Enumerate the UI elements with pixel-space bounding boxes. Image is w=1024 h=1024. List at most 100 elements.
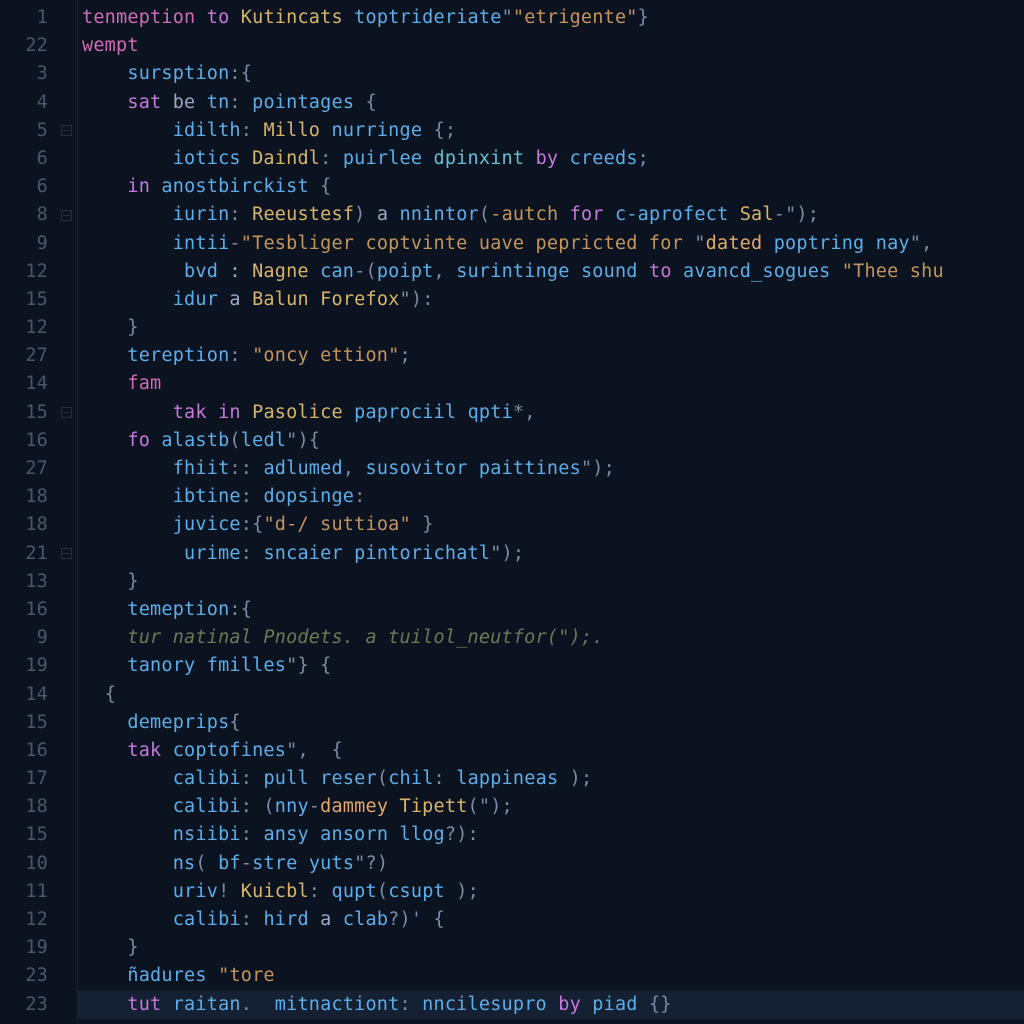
line-number[interactable]: 16 [0, 737, 56, 765]
code-line[interactable]: calibi: pull reser(chil: lappineas ); [82, 765, 1024, 793]
code-line[interactable]: iotics Daindl: puirlee dpinxint by creed… [82, 145, 1024, 173]
line-number[interactable]: 27 [0, 342, 56, 370]
line-number[interactable]: 15 [0, 286, 56, 314]
line-number[interactable]: 1 [0, 4, 56, 32]
fold-slot [56, 652, 77, 680]
token [82, 543, 184, 564]
code-line[interactable]: iurin: Reeustesf) a nnintor(-autch for c… [82, 201, 1024, 229]
token: *, [513, 402, 536, 423]
token: } [638, 7, 649, 28]
line-number[interactable]: 23 [0, 962, 56, 990]
token [343, 543, 354, 564]
code-line[interactable]: tenmeption to Kutincats toptrideriate""e… [82, 4, 1024, 32]
code-line[interactable]: temeption:{ [82, 596, 1024, 624]
code-line[interactable]: idur a Balun Forefox"): [82, 286, 1024, 314]
code-line[interactable]: { [82, 681, 1024, 709]
line-number[interactable]: 14 [0, 681, 56, 709]
code-line[interactable]: tak coptofines", { [82, 737, 1024, 765]
fold-marker-icon[interactable] [56, 201, 77, 229]
line-number[interactable]: 27 [0, 455, 56, 483]
token [309, 768, 320, 789]
line-number[interactable]: 19 [0, 652, 56, 680]
token [558, 204, 569, 225]
code-line[interactable]: nsiibi: ansy ansorn llog?): [82, 821, 1024, 849]
fold-marker-icon[interactable] [56, 117, 77, 145]
token [762, 233, 773, 254]
line-number[interactable]: 4 [0, 89, 56, 117]
line-number[interactable]: 19 [0, 934, 56, 962]
code-line[interactable]: wempt [82, 32, 1024, 60]
code-line[interactable]: intii-"Tesbliger coptvinte uave pepricte… [82, 230, 1024, 258]
line-number[interactable]: 9 [0, 230, 56, 258]
line-number[interactable]: 12 [0, 314, 56, 342]
line-number[interactable]: 9 [0, 624, 56, 652]
line-number[interactable]: 12 [0, 258, 56, 286]
line-number[interactable]: 15 [0, 709, 56, 737]
token: Millo [263, 120, 320, 141]
line-number[interactable]: 18 [0, 511, 56, 539]
code-line[interactable]: } [82, 568, 1024, 596]
code-line[interactable]: tereption: "oncy ettion"; [82, 342, 1024, 370]
code-line[interactable]: urime: sncaier pintorichatl"); [82, 540, 1024, 568]
code-line[interactable]: bvd : Nagne can-(poipt, surintinge sound… [82, 258, 1024, 286]
code-line[interactable]: tur natinal Pnodets. a tuilol_neutfor(")… [82, 624, 1024, 652]
code-line[interactable]: ibtine: dopsinge: [82, 483, 1024, 511]
line-number[interactable]: 12 [0, 906, 56, 934]
line-number[interactable]: 14 [0, 370, 56, 398]
fold-marker-icon[interactable] [56, 540, 77, 568]
token: by [558, 994, 581, 1015]
line-number[interactable]: 21 [0, 540, 56, 568]
code-line[interactable]: sursption:{ [82, 60, 1024, 88]
line-number[interactable]: 11 [0, 878, 56, 906]
code-line[interactable]: tanory fmilles"} { [82, 652, 1024, 680]
line-number[interactable]: 15 [0, 821, 56, 849]
code-line[interactable]: } [82, 314, 1024, 342]
code-line[interactable]: uriv! Kuicbl: qupt(csupt ); [82, 878, 1024, 906]
fold-marker-icon[interactable] [56, 399, 77, 427]
token [82, 909, 173, 930]
code-line[interactable]: tut raitan. mitnactiont: nncilesupro by … [78, 991, 1024, 1019]
token [638, 994, 649, 1015]
code-line[interactable]: sat be tn: pointages { [82, 89, 1024, 117]
code-line[interactable]: idilth: Millo nurringe {; [82, 117, 1024, 145]
line-number[interactable]: 18 [0, 793, 56, 821]
line-number[interactable]: 17 [0, 765, 56, 793]
line-number[interactable]: 8 [0, 201, 56, 229]
token: "d-/ suttioa" [263, 514, 410, 535]
line-number[interactable]: 6 [0, 145, 56, 173]
line-number[interactable]: 18 [0, 483, 56, 511]
fold-slot [56, 878, 77, 906]
line-number[interactable]: 3 [0, 60, 56, 88]
code-line[interactable]: tak in Pasolice paprociil qpti*, [82, 399, 1024, 427]
code-line[interactable]: fo alastb(ledl"){ [82, 427, 1024, 455]
fold-column[interactable] [56, 0, 78, 1024]
line-number[interactable]: 22 [0, 32, 56, 60]
line-number[interactable]: 5 [0, 117, 56, 145]
token: ( [377, 881, 388, 902]
line-number[interactable]: 16 [0, 596, 56, 624]
line-number[interactable]: 23 [0, 991, 56, 1019]
code-line[interactable]: juvice:{"d-/ suttioa" } [82, 511, 1024, 539]
code-line[interactable]: fam [82, 370, 1024, 398]
code-line[interactable]: demeprips{ [82, 709, 1024, 737]
token: dammey [320, 796, 388, 817]
code-area[interactable]: tenmeption to Kutincats toptrideriate""e… [78, 0, 1024, 1024]
line-number-gutter[interactable]: 1223456689121512271415162718182113169191… [0, 0, 56, 1024]
line-number[interactable]: 6 [0, 173, 56, 201]
code-line[interactable]: } [82, 934, 1024, 962]
token: to [649, 261, 672, 282]
token [343, 7, 354, 28]
line-number[interactable]: 15 [0, 399, 56, 427]
token: juvice [173, 514, 241, 535]
code-line[interactable]: calibi: (nny-dammey Tipett("); [82, 793, 1024, 821]
line-number[interactable]: 16 [0, 427, 56, 455]
code-line[interactable]: in anostbirckist { [82, 173, 1024, 201]
line-number[interactable]: 10 [0, 850, 56, 878]
code-line[interactable]: ñadures "tore [82, 962, 1024, 990]
code-line[interactable]: ns( bf-stre yuts"?) [82, 850, 1024, 878]
token: ns [173, 853, 196, 874]
token [558, 768, 569, 789]
line-number[interactable]: 13 [0, 568, 56, 596]
code-line[interactable]: fhiit:: adlumed, susovitor paittines"); [82, 455, 1024, 483]
code-line[interactable]: calibi: hird a clab?)' { [82, 906, 1024, 934]
